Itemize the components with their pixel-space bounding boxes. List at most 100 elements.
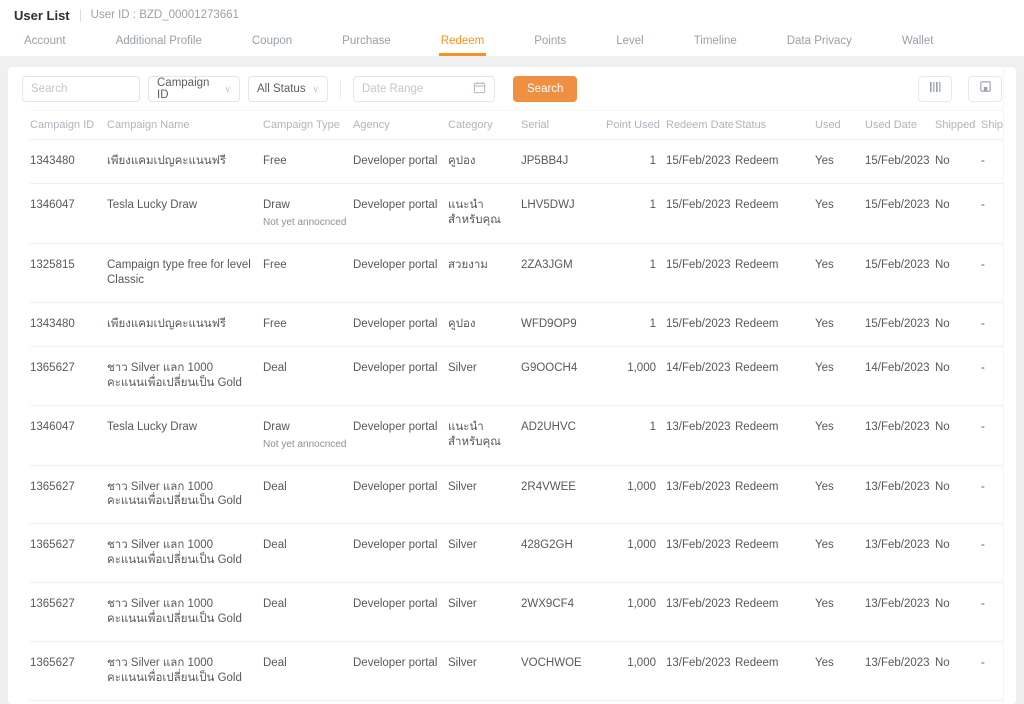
calendar-icon [473, 81, 486, 97]
cell-shipped: No [935, 405, 981, 465]
tab-wallet[interactable]: Wallet [900, 30, 936, 56]
title-divider [80, 9, 81, 22]
chevron-down-icon: ∨ [224, 84, 231, 95]
cell-redeem-date: 15/Feb/2023 [666, 302, 735, 346]
cell-campaign-name: เพียงแคมเปญคะแนนฟรี [107, 302, 263, 346]
cell-redeem-date: 13/Feb/2023 [666, 642, 735, 701]
tab-timeline[interactable]: Timeline [692, 30, 739, 56]
chevron-down-icon: ∨ [312, 84, 319, 95]
cell-point-used: 1,000 [606, 701, 666, 704]
cell-used: Yes [815, 183, 865, 243]
column-settings-icon [928, 80, 942, 98]
cell-campaign-id: 1365627 [30, 524, 107, 583]
table-body: 1343480เพียงแคมเปญคะแนนฟรีFreeDeveloper … [30, 140, 1016, 704]
cell-used: Yes [815, 405, 865, 465]
campaign-id-select[interactable]: Campaign ID ∨ [148, 76, 240, 102]
tab-purchase[interactable]: Purchase [340, 30, 393, 56]
cell-used-date: 13/Feb/2023 [865, 405, 935, 465]
tab-level[interactable]: Level [614, 30, 646, 56]
table-row[interactable]: 1343480เพียงแคมเปญคะแนนฟรีFreeDeveloper … [30, 302, 1016, 346]
tab-coupon[interactable]: Coupon [250, 30, 294, 56]
cell-campaign-id: 1343480 [30, 302, 107, 346]
cell-redeem-date: 13/Feb/2023 [666, 405, 735, 465]
column-header-redeem-date: Redeem Date [666, 111, 735, 140]
cell-agency: Developer portal [353, 405, 448, 465]
cell-point-used: 1,000 [606, 465, 666, 524]
scrollbar-track[interactable] [1003, 67, 1016, 704]
cell-campaign-type: DrawNot yet annocnced [263, 183, 353, 243]
tab-bar: Account Additional Profile Coupon Purchase R… [0, 30, 1024, 57]
cell-campaign-id: 1346047 [30, 183, 107, 243]
search-input[interactable] [22, 76, 140, 102]
page-title: User List [14, 8, 70, 23]
status-select[interactable]: All Status ∨ [248, 76, 328, 102]
table-row[interactable]: 1365627ชาว Silver แลก 1000 คะแนนเพื่อเปล… [30, 524, 1016, 583]
cell-used-date: 13/Feb/2023 [865, 524, 935, 583]
cell-serial: JP5BB4J [521, 140, 606, 184]
cell-used: Yes [815, 465, 865, 524]
cell-campaign-type: Deal [263, 701, 353, 704]
campaign-type-note: Not yet annocnced [263, 216, 343, 229]
cell-used-date: 15/Feb/2023 [865, 302, 935, 346]
table-row[interactable]: 1365627ชาว Silver แลก 1000 คะแนนเพื่อเปล… [30, 465, 1016, 524]
column-header-used-date: Used Date [865, 111, 935, 140]
tab-redeem[interactable]: Redeem [439, 30, 486, 56]
cell-campaign-type: Free [263, 302, 353, 346]
cell-used: Yes [815, 243, 865, 302]
table-row[interactable]: 1343480เพียงแคมเปญคะแนนฟรีFreeDeveloper … [30, 140, 1016, 184]
cell-shipped: No [935, 183, 981, 243]
redeem-table-container: Campaign IDCampaign NameCampaign TypeAge… [8, 110, 1016, 704]
cell-category: คูปอง [448, 140, 521, 184]
cell-used: Yes [815, 346, 865, 405]
table-row[interactable]: 1365627ชาว Silver แลก 1000 คะแนนเพื่อเปล… [30, 346, 1016, 405]
cell-campaign-id: 1365627 [30, 346, 107, 405]
cell-point-used: 1 [606, 405, 666, 465]
column-header-category: Category [448, 111, 521, 140]
cell-serial: VOCHWOE [521, 642, 606, 701]
cell-campaign-name: ชาว Silver แลก 1000 คะแนนเพื่อเปลี่ยนเป็… [107, 701, 263, 704]
column-header-used: Used [815, 111, 865, 140]
table-row[interactable]: 1325815Campaign type free for level Clas… [30, 243, 1016, 302]
cell-category: Silver [448, 642, 521, 701]
cell-serial: WFD9OP9 [521, 302, 606, 346]
tab-points[interactable]: Points [532, 30, 568, 56]
search-button[interactable]: Search [513, 76, 577, 102]
column-header-agency: Agency [353, 111, 448, 140]
cell-status: Redeem [735, 183, 815, 243]
column-settings-button[interactable] [918, 76, 952, 102]
tab-data-privacy[interactable]: Data Privacy [785, 30, 854, 56]
cell-status: Redeem [735, 405, 815, 465]
table-row[interactable]: 1346047Tesla Lucky DrawDrawNot yet annoc… [30, 405, 1016, 465]
cell-campaign-name: เพียงแคมเปญคะแนนฟรี [107, 140, 263, 184]
cell-campaign-id: 1365627 [30, 465, 107, 524]
cell-point-used: 1 [606, 302, 666, 346]
cell-category: Silver [448, 346, 521, 405]
table-row[interactable]: 1365627ชาว Silver แลก 1000 คะแนนเพื่อเปล… [30, 583, 1016, 642]
tab-additional-profile[interactable]: Additional Profile [114, 30, 204, 56]
cell-agency: Developer portal [353, 583, 448, 642]
cell-serial: 428G2GH [521, 524, 606, 583]
cell-serial: AD2UHVC [521, 405, 606, 465]
table-row[interactable]: 1346047Tesla Lucky DrawDrawNot yet annoc… [30, 183, 1016, 243]
table-row[interactable]: 1365627ชาว Silver แลก 1000 คะแนนเพื่อเปล… [30, 701, 1016, 704]
cell-category: Silver [448, 701, 521, 704]
cell-campaign-type: Free [263, 140, 353, 184]
cell-shipped: No [935, 346, 981, 405]
cell-status: Redeem [735, 524, 815, 583]
cell-campaign-id: 1325815 [30, 243, 107, 302]
cell-used-date: 13/Feb/2023 [865, 583, 935, 642]
date-range-picker[interactable]: Date Range [353, 76, 495, 102]
cell-redeem-date: 13/Feb/2023 [666, 701, 735, 704]
tab-account[interactable]: Account [22, 30, 68, 56]
column-header-campaign-type: Campaign Type [263, 111, 353, 140]
cell-point-used: 1,000 [606, 524, 666, 583]
table-row[interactable]: 1365627ชาว Silver แลก 1000 คะแนนเพื่อเปล… [30, 642, 1016, 701]
cell-campaign-name: Tesla Lucky Draw [107, 183, 263, 243]
cell-point-used: 1 [606, 183, 666, 243]
cell-point-used: 1 [606, 243, 666, 302]
cell-campaign-type: Deal [263, 583, 353, 642]
cell-agency: Developer portal [353, 642, 448, 701]
save-button[interactable] [968, 76, 1002, 102]
cell-shipped: No [935, 701, 981, 704]
cell-used: Yes [815, 701, 865, 704]
